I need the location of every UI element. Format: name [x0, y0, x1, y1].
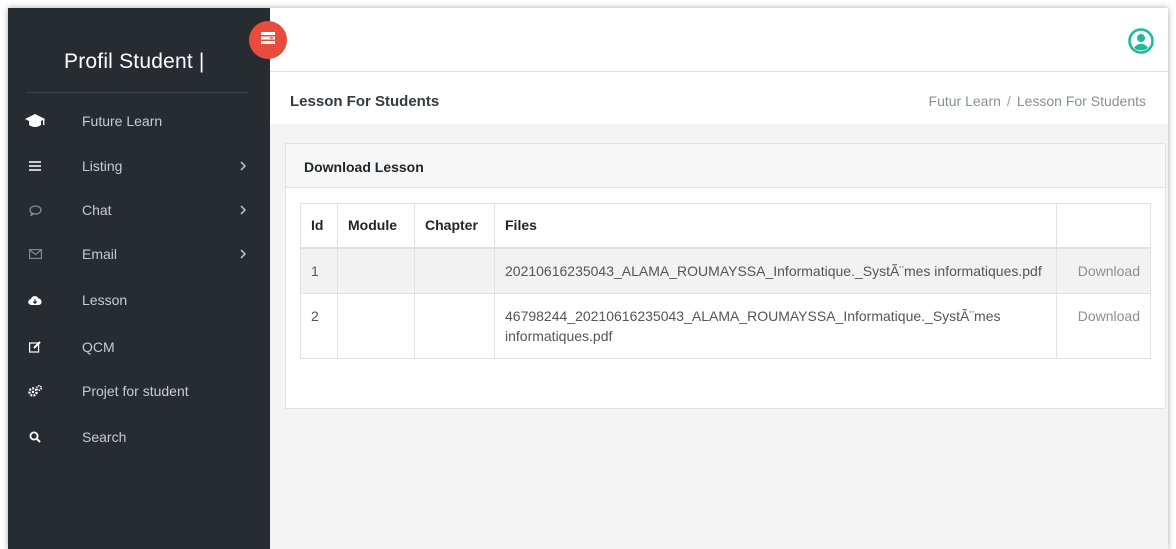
cloud-download-icon	[24, 289, 46, 311]
table-icon	[24, 155, 46, 177]
cell-chapter	[414, 247, 495, 294]
download-lesson-card: Download Lesson Id Module Chapter Files …	[285, 143, 1166, 409]
sidebar-item-label: Lesson	[82, 292, 128, 308]
divider	[26, 92, 248, 93]
cell-file: 46798244_20210616235043_ALAMA_ROUMAYSSA_…	[494, 292, 1057, 359]
graduation-cap-icon	[24, 110, 46, 132]
chevron-right-icon	[238, 205, 248, 215]
cell-id: 2	[300, 292, 338, 359]
sidebar: Profil Student | Future Learn Listing Ch…	[8, 8, 270, 549]
breadcrumb: Futur Learn / Lesson For Students	[929, 93, 1146, 109]
cell-module	[337, 292, 415, 359]
menu-toggle-button[interactable]	[249, 21, 287, 59]
sidebar-item-projet[interactable]: Projet for student	[8, 371, 270, 411]
sidebar-item-listing[interactable]: Listing	[8, 146, 270, 186]
table-header-row: Id Module Chapter Files	[300, 203, 1151, 249]
page-header: Lesson For Students Futur Learn / Lesson F…	[270, 72, 1168, 124]
sidebar-item-search[interactable]: Search	[8, 417, 270, 457]
sidebar-item-label: Email	[82, 246, 118, 262]
cell-file: 20210616235043_ALAMA_ROUMAYSSA_Informati…	[494, 247, 1057, 294]
card-header: Download Lesson	[286, 144, 1165, 188]
top-header	[270, 8, 1168, 72]
sidebar-item-label: Future Learn	[82, 113, 163, 129]
sidebar-item-label: QCM	[82, 339, 115, 355]
sidebar-item-label: Search	[82, 429, 127, 445]
sidebar-item-label: Projet for student	[82, 383, 189, 399]
column-header-files: Files	[494, 203, 1057, 249]
chevron-right-icon	[238, 249, 248, 259]
sidebar-item-future-learn[interactable]: Future Learn	[8, 101, 270, 141]
sidebar-item-label: Chat	[82, 202, 112, 218]
chat-bubble-icon	[24, 199, 46, 221]
cell-chapter	[414, 292, 495, 359]
lessons-table: Id Module Chapter Files 1 20210616235043…	[300, 203, 1151, 359]
breadcrumb-item[interactable]: Futur Learn	[929, 93, 1001, 109]
cell-module	[337, 247, 415, 294]
column-header-action	[1056, 203, 1151, 249]
column-header-id: Id	[300, 203, 338, 249]
search-icon	[24, 426, 46, 448]
edit-icon	[24, 336, 46, 358]
sidebar-item-label: Listing	[82, 158, 123, 174]
app-window: Profil Student | Future Learn Listing Ch…	[8, 8, 1168, 549]
column-header-chapter: Chapter	[414, 203, 495, 249]
column-header-module: Module	[337, 203, 415, 249]
page-title: Lesson For Students	[290, 93, 440, 110]
breadcrumb-separator: /	[1006, 93, 1011, 109]
breadcrumb-item: Lesson For Students	[1016, 93, 1146, 109]
brand-title: Profil Student |	[64, 50, 205, 73]
sidebar-item-email[interactable]: Email	[8, 234, 270, 274]
envelope-icon	[24, 243, 46, 265]
download-link[interactable]: Download	[1056, 292, 1151, 359]
cell-id: 1	[300, 247, 338, 294]
download-link[interactable]: Download	[1056, 247, 1151, 294]
user-account-icon[interactable]	[1128, 28, 1154, 54]
chevron-right-icon	[238, 161, 248, 171]
table-row: 2 46798244_20210616235043_ALAMA_ROUMAYSS…	[300, 292, 1151, 359]
table-row: 1 20210616235043_ALAMA_ROUMAYSSA_Informa…	[300, 247, 1151, 294]
menu-toggle-icon	[261, 31, 275, 49]
sidebar-item-chat[interactable]: Chat	[8, 190, 270, 230]
card-title: Download Lesson	[304, 159, 424, 175]
sidebar-item-lesson[interactable]: Lesson	[8, 280, 270, 320]
cogs-icon	[24, 380, 46, 402]
sidebar-item-qcm[interactable]: QCM	[8, 327, 270, 367]
